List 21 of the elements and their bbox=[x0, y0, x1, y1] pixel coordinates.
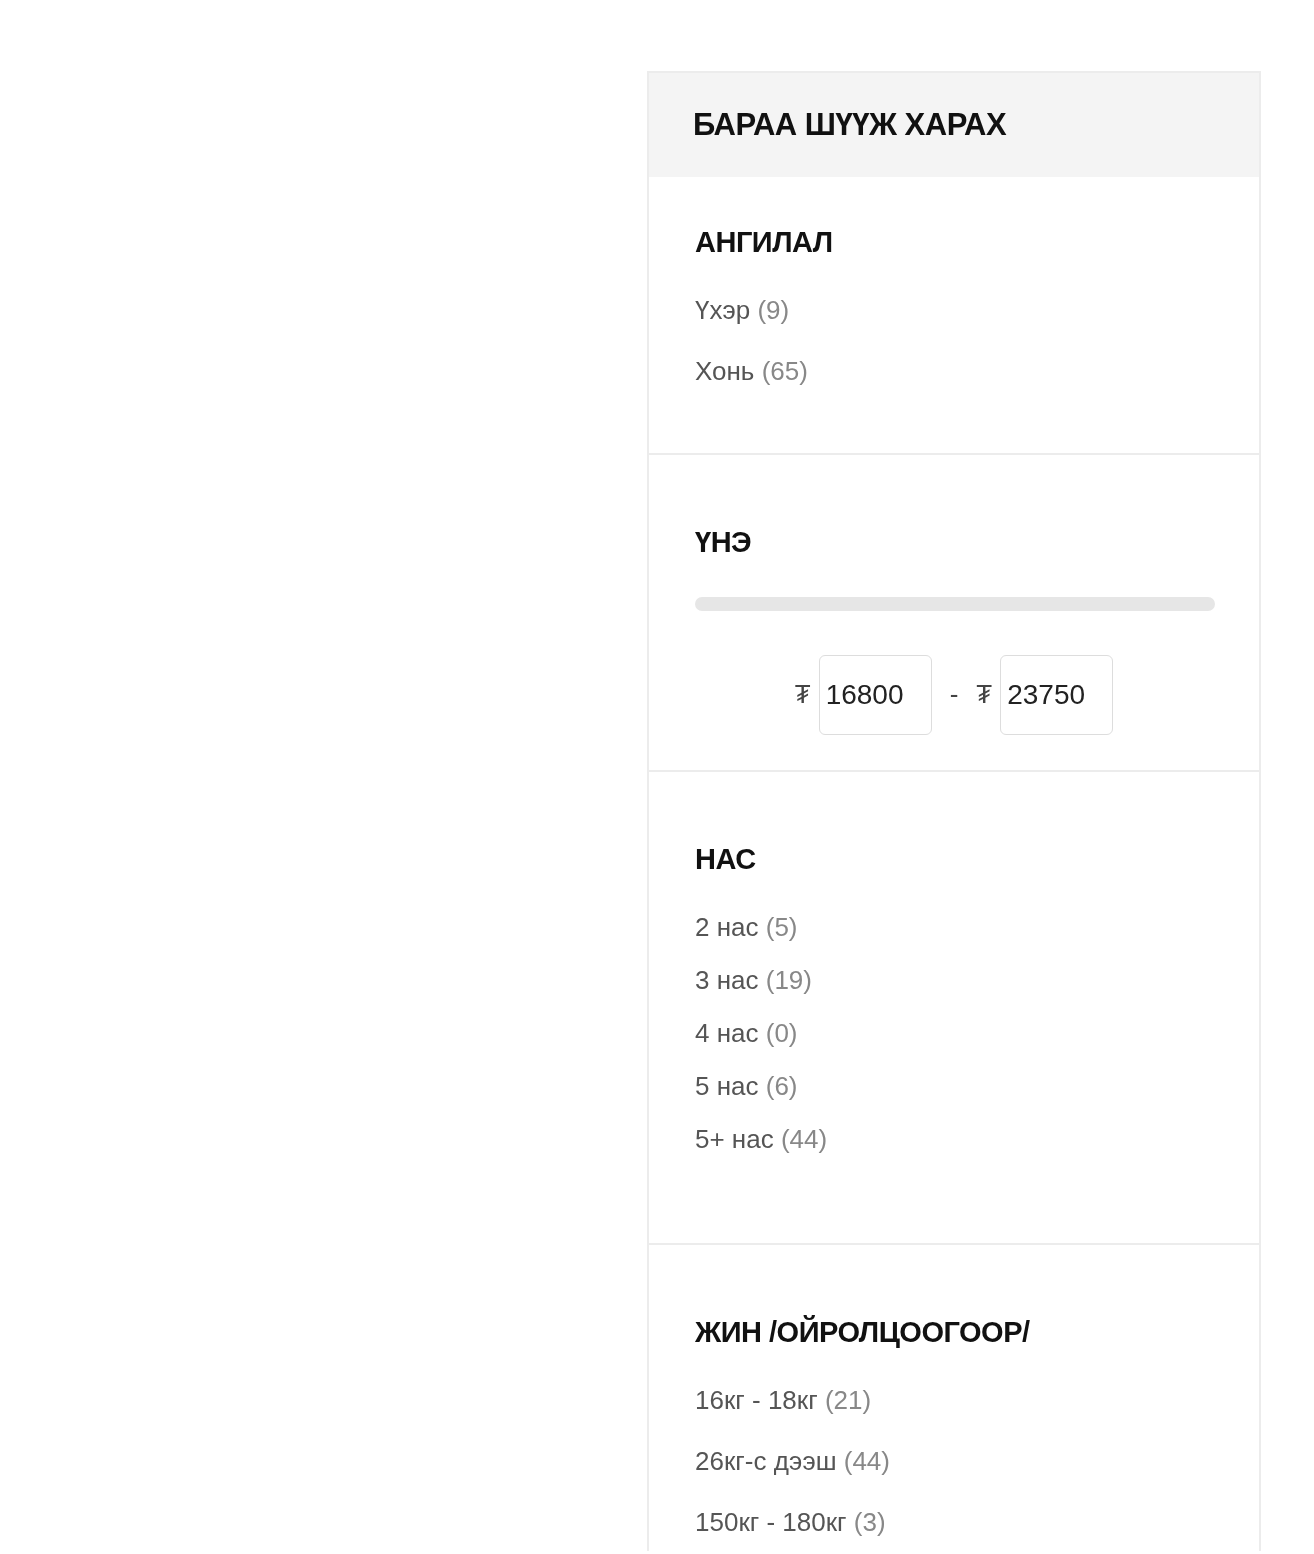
filter-option[interactable]: 150кг - 180кг (3) bbox=[695, 1506, 886, 1539]
filter-option[interactable]: Үхэр (9) bbox=[695, 294, 790, 326]
section-title: ЖИН /ОЙРОЛЦООГООР/ bbox=[695, 1314, 1030, 1350]
filter-option[interactable]: 4 нас (0) bbox=[695, 1017, 798, 1050]
section-title: НАС bbox=[695, 842, 756, 877]
filter-option[interactable]: 5 нас (6) bbox=[695, 1071, 798, 1103]
currency-sign: ₮ bbox=[976, 678, 993, 711]
filter-option[interactable]: Хонь (65) bbox=[695, 355, 808, 387]
filter-option[interactable]: 3 нас (19) bbox=[695, 964, 812, 996]
filter-option[interactable]: 16кг - 18кг (21) bbox=[695, 1384, 872, 1416]
filter-option[interactable]: 26кг-с дээш (44) bbox=[695, 1445, 890, 1477]
panel-title: БАРАА ШҮҮЖ ХАРАХ bbox=[693, 105, 1007, 144]
filter-option[interactable]: 5+ нас (44) bbox=[695, 1124, 828, 1156]
filter-option[interactable]: 2 нас (5) bbox=[695, 911, 798, 943]
price-slider-track[interactable] bbox=[695, 596, 1215, 611]
range-separator: - bbox=[949, 678, 959, 711]
section-title: ҮНЭ bbox=[695, 525, 752, 560]
section-title: АНГИЛАЛ bbox=[695, 225, 833, 260]
min-price-field[interactable]: 16800 bbox=[818, 654, 932, 735]
max-price-field[interactable]: 23750 bbox=[1000, 654, 1114, 735]
currency-sign: ₮ bbox=[794, 678, 811, 711]
